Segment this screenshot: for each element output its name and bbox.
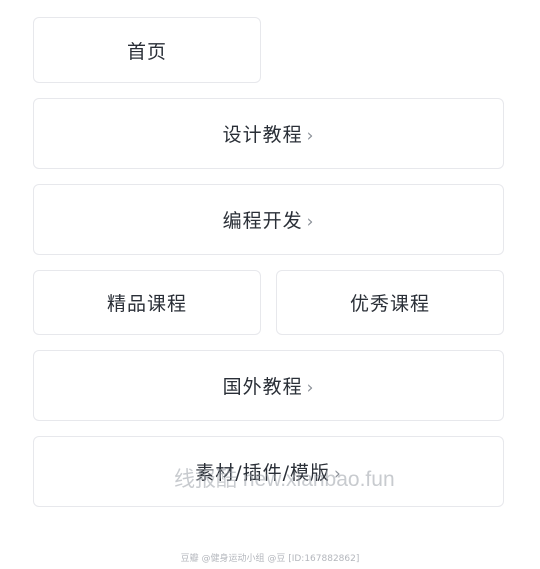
- menu-item-design-tutorials[interactable]: 设计教程 ›: [33, 98, 504, 169]
- menu-item-premium-courses[interactable]: 精品课程: [33, 270, 261, 335]
- menu-item-excellent-label: 优秀课程: [349, 293, 430, 315]
- menu-item-foreign-tutorials[interactable]: 国外教程 ›: [33, 350, 504, 421]
- menu-item-programming[interactable]: 编程开发 ›: [33, 184, 504, 255]
- menu-item-foreign-label: 国外教程: [222, 376, 303, 398]
- menu-item-home-label: 首页: [126, 40, 167, 63]
- footer-credit: 豆瓣 @健身运动小组 @豆 [ID:167882862]: [180, 554, 360, 564]
- chevron-right-icon: ›: [306, 125, 315, 146]
- menu-item-resources-label: 素材/插件/模版: [195, 462, 330, 484]
- menu-item-design-label: 设计教程: [222, 124, 303, 146]
- chevron-right-icon: ›: [334, 463, 342, 484]
- menu-item-premium-label: 精品课程: [106, 293, 187, 315]
- menu-item-programming-label: 编程开发: [222, 210, 303, 232]
- menu-item-home[interactable]: 首页: [33, 17, 261, 83]
- chevron-right-icon: ›: [306, 211, 315, 232]
- chevron-right-icon: ›: [306, 377, 315, 398]
- menu-item-excellent-courses[interactable]: 优秀课程: [276, 270, 504, 335]
- menu-item-resources[interactable]: 素材/插件/模版 ›: [33, 436, 504, 507]
- category-menu-page: 首页 设计教程 › 编程开发 › 精品课程 优秀课程 国外教程 › 素材/插件/…: [0, 0, 540, 569]
